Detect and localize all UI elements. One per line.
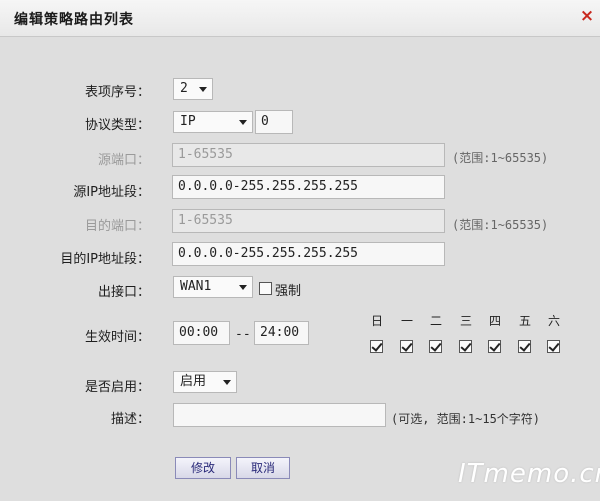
protocol-number-input[interactable]: 0 bbox=[255, 110, 293, 134]
src-port-input[interactable]: 1-65535 bbox=[172, 143, 445, 167]
weekday-checkbox[interactable] bbox=[370, 340, 383, 353]
description-label: 描述： bbox=[110, 412, 150, 427]
enabled-select[interactable]: 启用 bbox=[173, 371, 237, 393]
dst-ip-label: 目的IP地址段： bbox=[60, 252, 150, 267]
dialog-titlebar: 编辑策略路由列表 × bbox=[0, 0, 600, 37]
dst-port-input[interactable]: 1-65535 bbox=[172, 209, 445, 233]
entry-index-value: 2 bbox=[180, 81, 188, 96]
dst-port-hint: (范围:1~65535) bbox=[452, 218, 549, 232]
close-icon[interactable]: × bbox=[579, 8, 595, 25]
weekday-label: 日 bbox=[370, 314, 383, 328]
src-port-label: 源端口： bbox=[97, 153, 150, 168]
outbound-value: WAN1 bbox=[180, 279, 212, 294]
chevron-down-icon bbox=[239, 120, 247, 125]
protocol-value: IP bbox=[180, 114, 196, 129]
schedule-separator: -- bbox=[235, 327, 251, 342]
src-port-hint: (范围:1~65535) bbox=[452, 151, 549, 165]
weekday-label: 四 bbox=[488, 314, 501, 328]
dialog-title: 编辑策略路由列表 bbox=[14, 12, 134, 28]
weekday-label: 一 bbox=[400, 314, 413, 328]
weekday-checkbox[interactable] bbox=[429, 340, 442, 353]
watermark-text: ITmemo.cn bbox=[458, 459, 600, 489]
modify-button[interactable]: 修改 bbox=[175, 457, 231, 479]
weekday-checkbox[interactable] bbox=[488, 340, 501, 353]
weekday-label: 六 bbox=[547, 314, 560, 328]
chevron-down-icon bbox=[223, 380, 231, 385]
weekday-label: 二 bbox=[429, 314, 442, 328]
force-label: 强制 bbox=[275, 284, 302, 299]
chevron-down-icon bbox=[199, 87, 207, 92]
protocol-select[interactable]: IP bbox=[173, 111, 253, 133]
weekday-checkbox[interactable] bbox=[459, 340, 472, 353]
entry-index-label: 表项序号： bbox=[84, 85, 150, 100]
weekday-checkbox[interactable] bbox=[547, 340, 560, 353]
weekday-label: 三 bbox=[459, 314, 472, 328]
policy-route-dialog: 编辑策略路由列表 × 表项序号： 2 协议类型： IP 0 源端口： 1-655… bbox=[0, 0, 600, 501]
description-hint: (可选, 范围:1~15个字符) bbox=[391, 412, 541, 426]
outbound-select[interactable]: WAN1 bbox=[173, 276, 253, 298]
schedule-end-input[interactable]: 24:00 bbox=[254, 321, 309, 345]
weekday-checkbox[interactable] bbox=[518, 340, 531, 353]
weekday-label: 五 bbox=[518, 314, 531, 328]
protocol-label: 协议类型： bbox=[84, 118, 150, 133]
src-ip-label: 源IP地址段： bbox=[73, 185, 150, 200]
entry-index-select[interactable]: 2 bbox=[173, 78, 213, 100]
schedule-start-input[interactable]: 00:00 bbox=[173, 321, 230, 345]
force-checkbox[interactable] bbox=[259, 282, 272, 295]
chevron-down-icon bbox=[239, 285, 247, 290]
src-ip-input[interactable]: 0.0.0.0-255.255.255.255 bbox=[172, 175, 445, 199]
schedule-label: 生效时间： bbox=[84, 330, 150, 345]
outbound-label: 出接口： bbox=[97, 285, 150, 300]
enabled-label: 是否启用： bbox=[84, 380, 150, 395]
dst-port-label: 目的端口： bbox=[84, 219, 150, 234]
enabled-value: 启用 bbox=[180, 374, 207, 389]
dst-ip-input[interactable]: 0.0.0.0-255.255.255.255 bbox=[172, 242, 445, 266]
cancel-button[interactable]: 取消 bbox=[236, 457, 290, 479]
weekday-checkbox[interactable] bbox=[400, 340, 413, 353]
description-input[interactable] bbox=[173, 403, 386, 427]
